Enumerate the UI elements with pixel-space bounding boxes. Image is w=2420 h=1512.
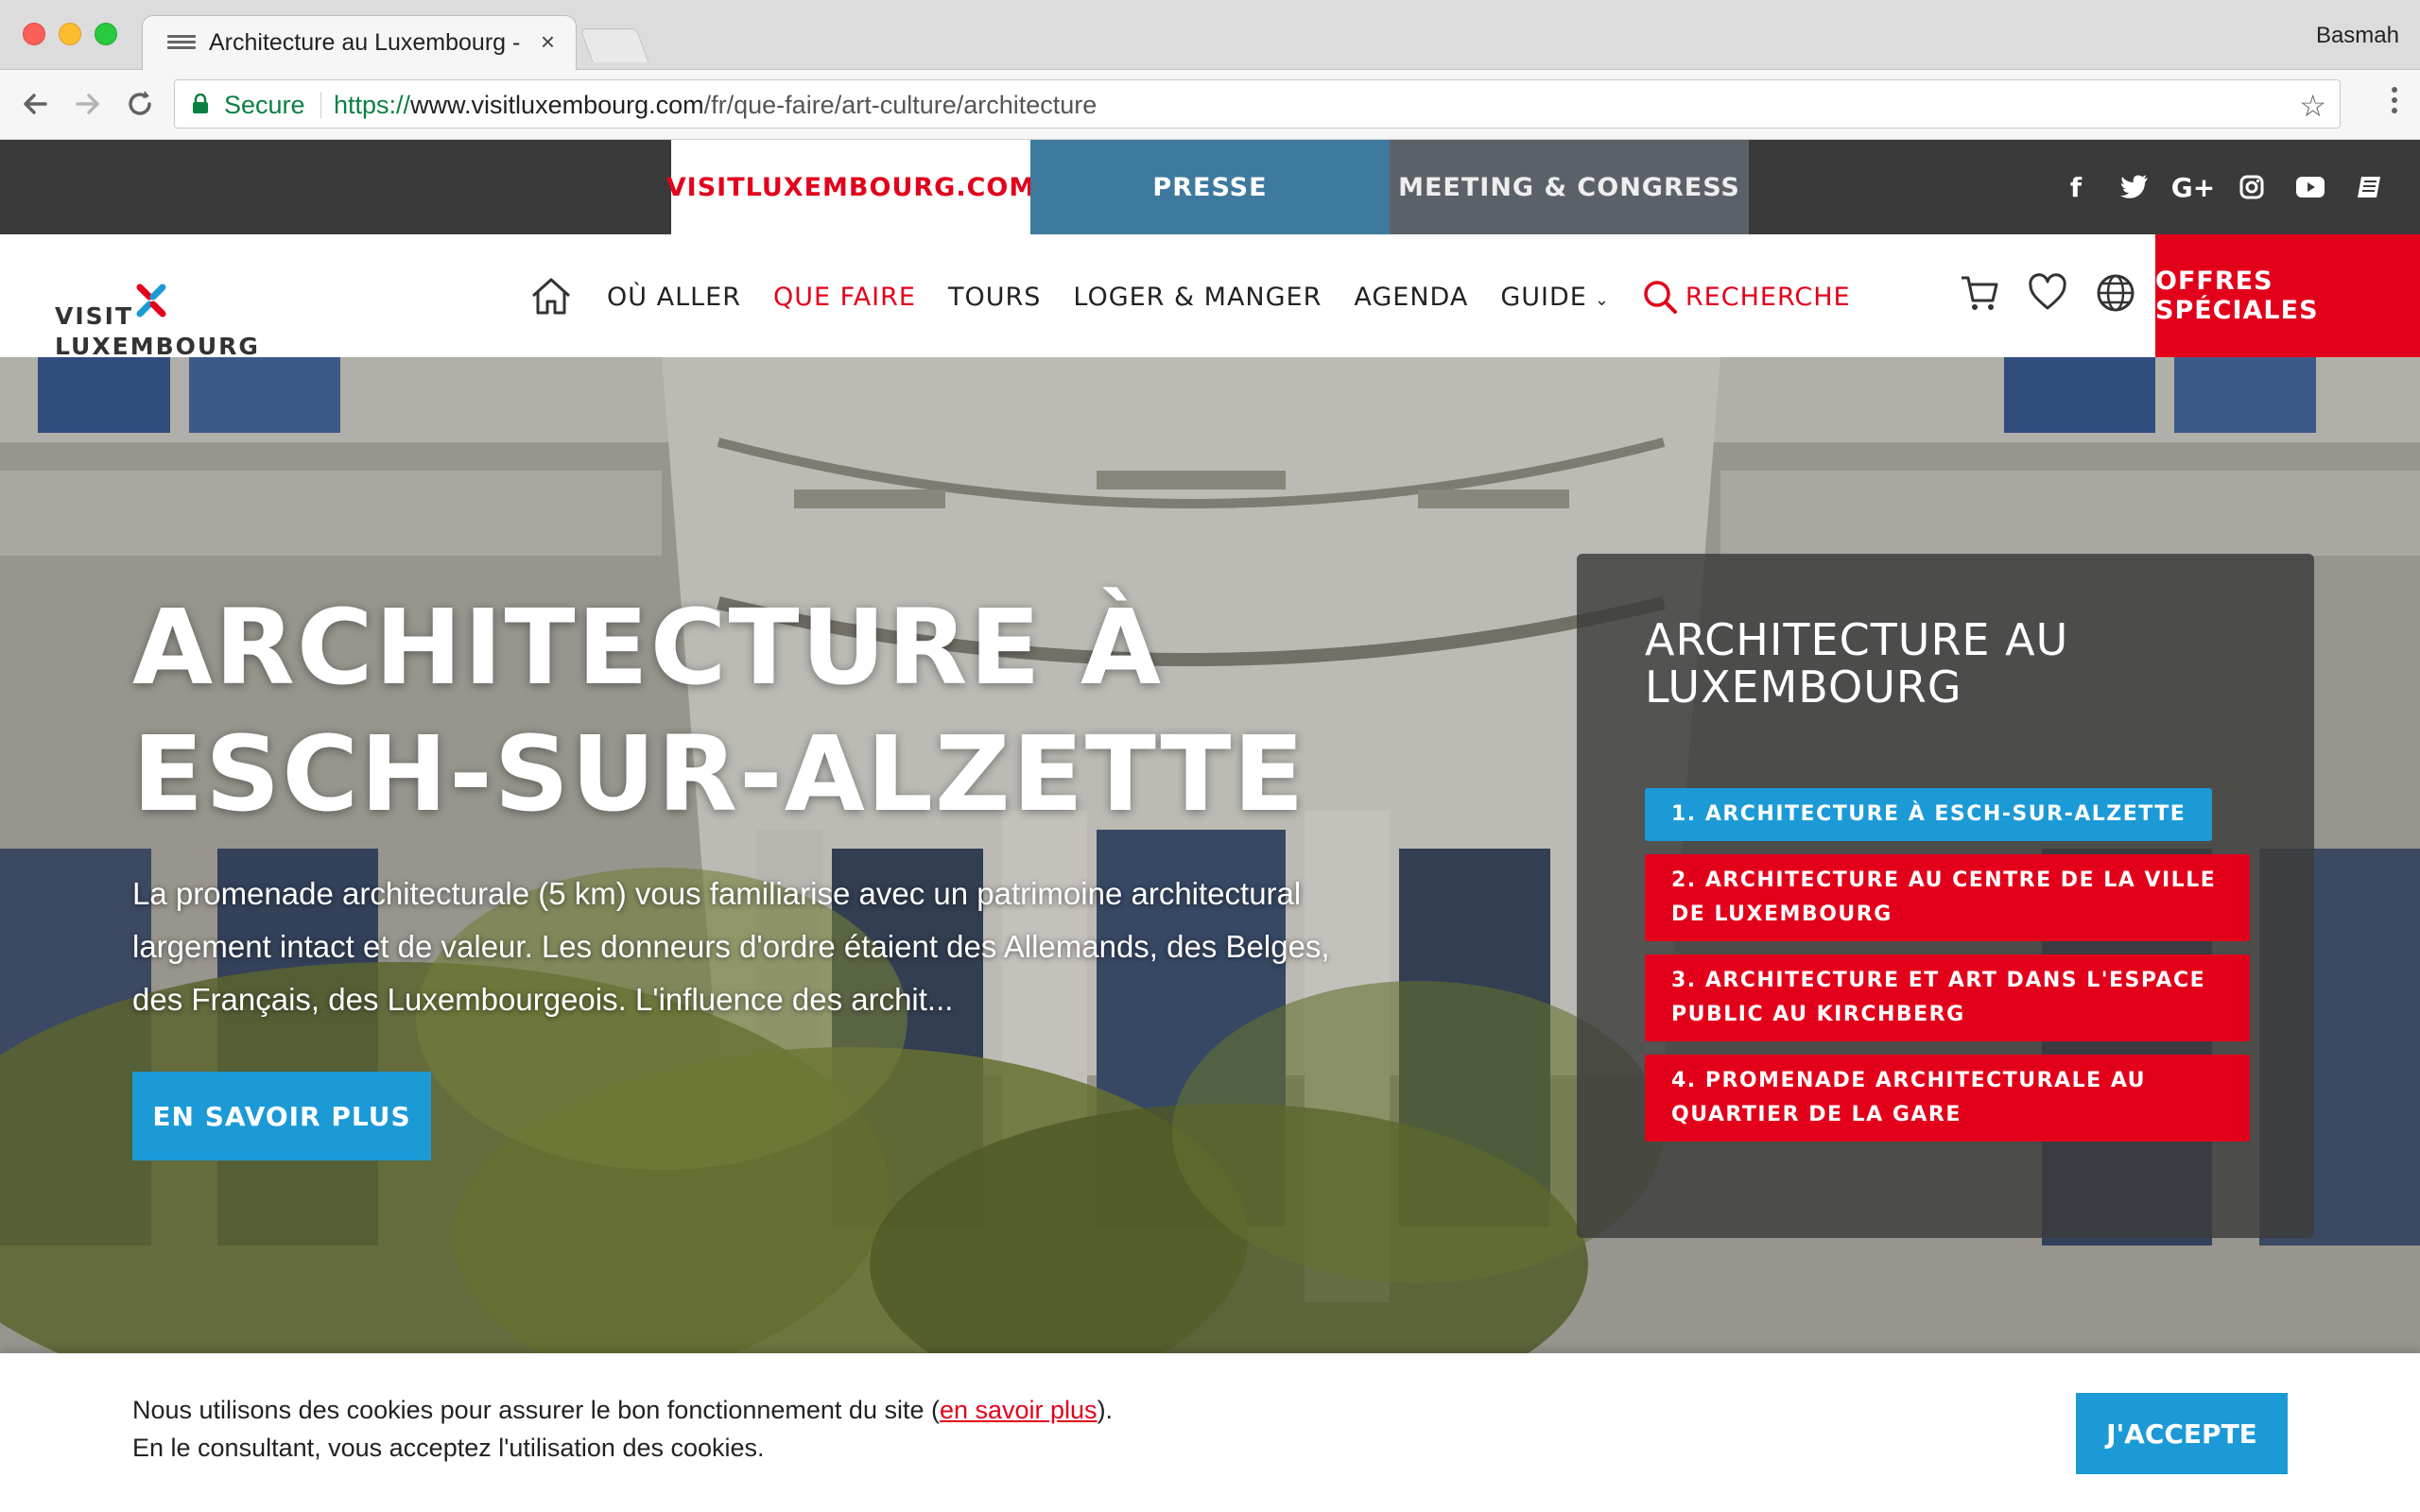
secure-label: Secure <box>224 91 305 119</box>
panel-list: 1. ARCHITECTURE À ESCH-SUR-ALZETTE 2. AR… <box>1645 788 2250 1155</box>
home-icon[interactable] <box>529 275 573 318</box>
tab-presse[interactable]: PRESSE <box>1030 140 1390 234</box>
logo-text-luxembourg: LUXEMBOURG <box>55 333 260 360</box>
facebook-icon[interactable]: f <box>2061 170 2091 204</box>
nav-guide-label: GUIDE <box>1500 282 1587 312</box>
youtube-icon[interactable] <box>2295 170 2325 204</box>
chevron-down-icon: ⌄ <box>1594 289 1610 310</box>
minimize-window-button[interactable] <box>59 23 81 45</box>
browser-menu-icon[interactable] <box>2392 87 2399 118</box>
nav-tours[interactable]: TOURS <box>948 283 1041 312</box>
twitter-icon[interactable] <box>2119 170 2150 204</box>
url-scheme: https:// <box>334 91 411 119</box>
nav-ou-aller[interactable]: OÙ ALLER <box>607 283 741 312</box>
reload-icon[interactable] <box>121 85 159 123</box>
logo-text-visit: VISIT <box>55 302 134 330</box>
tab-close-button[interactable]: × <box>541 27 555 57</box>
browser-tab-bar: Architecture au Luxembourg - × Basmah <box>0 0 2420 70</box>
cookie-text-line1-end: ). <box>1097 1396 1114 1424</box>
search-label: RECHERCHE <box>1685 282 1851 312</box>
forward-arrow-icon[interactable] <box>68 85 106 123</box>
close-window-button[interactable] <box>23 23 45 45</box>
lock-icon <box>193 94 208 113</box>
site-top-bar: VISITLUXEMBOURG.COM PRESSE MEETING & CON… <box>0 140 2420 234</box>
utility-icons <box>1959 272 2136 314</box>
nav-loger-manger[interactable]: LOGER & MANGER <box>1073 283 1322 312</box>
panel-item-kirchberg[interactable]: 3. ARCHITECTURE ET ART DANS L'ESPACE PUB… <box>1645 954 2250 1041</box>
heart-icon[interactable] <box>2027 272 2068 314</box>
cookie-message: Nous utilisons des cookies pour assurer … <box>132 1391 1113 1467</box>
browser-toolbar: Secure https://www.visitluxembourg.com/f… <box>0 70 2420 140</box>
primary-menu: OÙ ALLER QUE FAIRE TOURS LOGER & MANGER … <box>529 268 1883 325</box>
url-path: /fr/que-faire/art-culture/architecture <box>703 91 1098 119</box>
accept-cookies-button[interactable]: J'ACCEPTE <box>2076 1393 2288 1474</box>
cart-icon[interactable] <box>1959 272 2000 314</box>
offres-speciales-button[interactable]: OFFRES SPÉCIALES <box>2155 234 2420 357</box>
tab-title: Architecture au Luxembourg - <box>209 29 521 56</box>
google-plus-icon[interactable]: G+ <box>2171 170 2215 204</box>
nav-guide[interactable]: GUIDE ⌄ <box>1500 283 1610 312</box>
social-links: f G+ <box>2061 170 2384 204</box>
logo-mark-icon <box>136 284 166 318</box>
browser-tab[interactable]: Architecture au Luxembourg - × <box>142 15 577 70</box>
cookie-text-line2: En le consultant, vous acceptez l'utilis… <box>132 1434 765 1462</box>
hero-banner: ARCHITECTURE À ESCH-SUR-ALZETTE La prome… <box>0 357 2420 1353</box>
profile-name[interactable]: Basmah <box>2316 23 2399 49</box>
cookie-banner: Nous utilisons des cookies pour assurer … <box>0 1353 2420 1512</box>
en-savoir-plus-button[interactable]: EN SAVOIR PLUS <box>132 1072 431 1160</box>
address-bar[interactable]: Secure https://www.visitluxembourg.com/f… <box>174 79 2341 129</box>
instagram-icon[interactable] <box>2237 170 2267 204</box>
cookie-text-line1: Nous utilisons des cookies pour assurer … <box>132 1396 940 1424</box>
bookmark-star-icon[interactable]: ☆ <box>2299 88 2326 124</box>
maximize-window-button[interactable] <box>95 23 117 45</box>
hero-title: ARCHITECTURE À ESCH-SUR-ALZETTE <box>132 587 1306 834</box>
nav-agenda[interactable]: AGENDA <box>1354 283 1468 312</box>
url-text[interactable]: https://www.visitluxembourg.com/fr/que-f… <box>334 91 1097 120</box>
url-host: www.visitluxembourg.com <box>410 91 704 119</box>
panel-title: ARCHITECTURE AU LUXEMBOURG <box>1645 614 2069 713</box>
back-arrow-icon[interactable] <box>17 85 55 123</box>
nav-search[interactable]: RECHERCHE <box>1642 279 1851 315</box>
favicon-icon <box>167 35 196 52</box>
hero-description: La promenade architecturale (5 km) vous … <box>132 876 1330 1017</box>
nav-que-faire[interactable]: QUE FAIRE <box>773 283 916 312</box>
globe-icon[interactable] <box>2095 272 2136 314</box>
panel-item-esch[interactable]: 1. ARCHITECTURE À ESCH-SUR-ALZETTE <box>1645 788 2213 841</box>
architecture-panel: ARCHITECTURE AU LUXEMBOURG 1. ARCHITECTU… <box>1577 554 2314 1238</box>
book-icon[interactable] <box>2354 170 2384 204</box>
visit-luxembourg-logo[interactable]: VISIT LUXEMBOURG <box>55 259 263 360</box>
en-savoir-plus-link[interactable]: en savoir plus <box>940 1396 1098 1424</box>
tab-visitluxembourg[interactable]: VISITLUXEMBOURG.COM <box>666 140 1034 234</box>
omnibox-divider <box>320 92 321 118</box>
tab-meeting-congress[interactable]: MEETING & CONGRESS <box>1390 140 1749 234</box>
main-navigation: VISIT LUXEMBOURG OÙ ALLER QUE FAIRE TOUR… <box>0 234 2420 360</box>
panel-item-quartier-gare[interactable]: 4. PROMENADE ARCHITECTURALE AU QUARTIER … <box>1645 1055 2250 1142</box>
panel-item-centre-ville[interactable]: 2. ARCHITECTURE AU CENTRE DE LA VILLE DE… <box>1645 854 2250 941</box>
search-icon <box>1644 281 1677 314</box>
new-tab-button[interactable] <box>579 28 649 62</box>
